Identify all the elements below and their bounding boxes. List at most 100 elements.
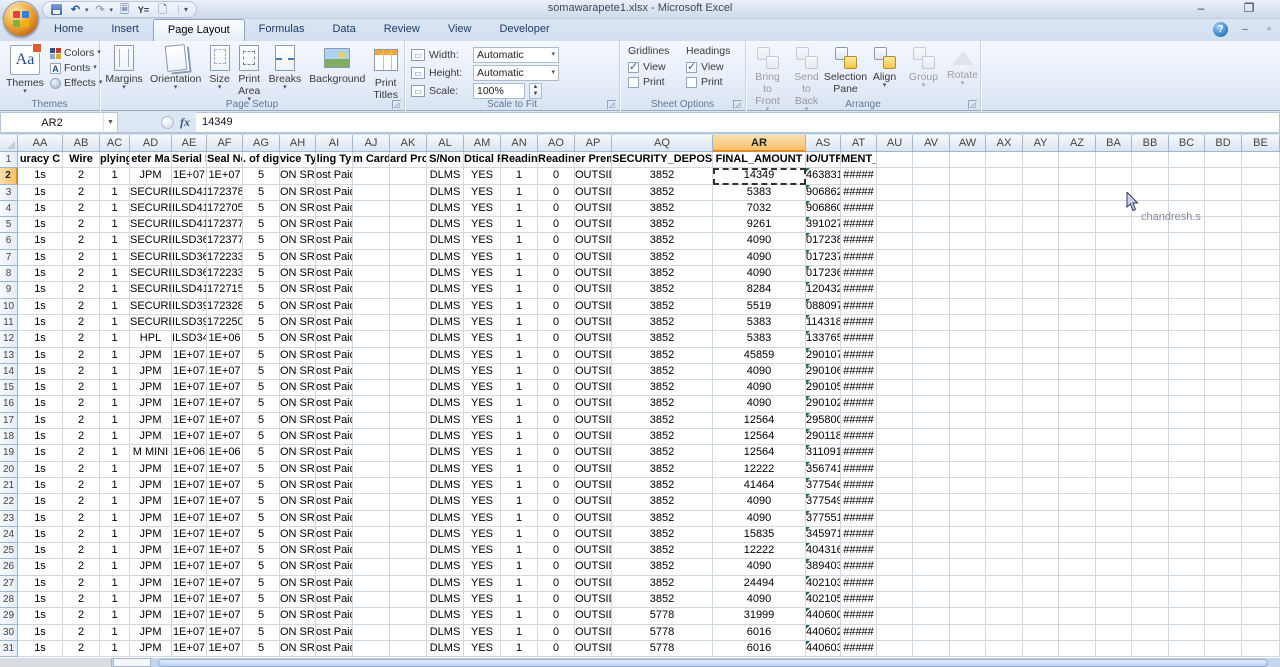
cell-AW3[interactable] bbox=[950, 185, 986, 201]
cell-BE9[interactable] bbox=[1242, 282, 1280, 298]
cell-AL1[interactable]: S/Non bbox=[427, 152, 464, 168]
selection-pane-button[interactable]: Selection Pane bbox=[826, 43, 865, 97]
cell-BB22[interactable] bbox=[1132, 494, 1169, 510]
cell-AG19[interactable]: 5 bbox=[243, 445, 280, 461]
cell-AY10[interactable] bbox=[1023, 299, 1059, 315]
cell-AD6[interactable]: SECURE bbox=[130, 233, 172, 249]
cell-AW5[interactable] bbox=[950, 217, 986, 233]
cell-AS13[interactable]: 290107 bbox=[806, 348, 841, 364]
cell-AS27[interactable]: 402103 bbox=[806, 576, 841, 592]
cell-BB23[interactable] bbox=[1132, 511, 1169, 527]
arrange-dialog-launcher-icon[interactable]: ◿ bbox=[968, 100, 977, 109]
cell-AP31[interactable]: OUTSIDI bbox=[575, 641, 612, 657]
cell-AH20[interactable]: ON SRE bbox=[280, 462, 316, 478]
cell-AK5[interactable] bbox=[390, 217, 427, 233]
cell-AH5[interactable]: ON SRE bbox=[280, 217, 316, 233]
cell-AO19[interactable]: 0 bbox=[538, 445, 575, 461]
cell-AL28[interactable]: DLMS bbox=[427, 592, 464, 608]
cell-AN16[interactable]: 1 bbox=[501, 396, 538, 412]
cell-AT22[interactable]: ##### bbox=[841, 494, 877, 510]
cell-AG22[interactable]: 5 bbox=[243, 494, 280, 510]
cell-BC17[interactable] bbox=[1169, 413, 1205, 429]
cell-BD23[interactable] bbox=[1205, 511, 1242, 527]
cell-AH18[interactable]: ON SRE bbox=[280, 429, 316, 445]
cell-AJ16[interactable] bbox=[353, 396, 390, 412]
cell-AS3[interactable]: 9068628 bbox=[806, 185, 841, 201]
cell-AN20[interactable]: 1 bbox=[501, 462, 538, 478]
cell-AK31[interactable] bbox=[390, 641, 427, 657]
cell-AO4[interactable]: 0 bbox=[538, 201, 575, 217]
cell-AX14[interactable] bbox=[986, 364, 1023, 380]
cell-AE23[interactable]: 1E+07 bbox=[172, 511, 207, 527]
cell-AN11[interactable]: 1 bbox=[501, 315, 538, 331]
row-header-17[interactable]: 17 bbox=[0, 413, 18, 429]
cell-AK2[interactable] bbox=[390, 168, 427, 184]
cell-AK24[interactable] bbox=[390, 527, 427, 543]
cell-BE27[interactable] bbox=[1242, 576, 1280, 592]
breaks-button[interactable]: Breaks▾ bbox=[265, 43, 306, 93]
cell-AJ22[interactable] bbox=[353, 494, 390, 510]
cell-AS21[interactable]: 377546 bbox=[806, 478, 841, 494]
cell-AH4[interactable]: ON SRE bbox=[280, 201, 316, 217]
cell-AX28[interactable] bbox=[986, 592, 1023, 608]
column-header-AQ[interactable]: AQ bbox=[612, 135, 713, 152]
cell-AI29[interactable]: ost Paid bbox=[316, 608, 353, 624]
cell-AA30[interactable]: 1s bbox=[18, 625, 63, 641]
cell-AV9[interactable] bbox=[913, 282, 950, 298]
cell-AO1[interactable]: Reading bbox=[538, 152, 575, 168]
cell-AC10[interactable]: 1 bbox=[100, 299, 130, 315]
row-header-2[interactable]: 2 bbox=[0, 168, 18, 184]
cell-AZ25[interactable] bbox=[1059, 543, 1096, 559]
cell-BD28[interactable] bbox=[1205, 592, 1242, 608]
cell-AB18[interactable]: 2 bbox=[63, 429, 100, 445]
cell-AZ22[interactable] bbox=[1059, 494, 1096, 510]
cell-AE17[interactable]: 1E+07 bbox=[172, 413, 207, 429]
cell-AN3[interactable]: 1 bbox=[501, 185, 538, 201]
cell-AN25[interactable]: 1 bbox=[501, 543, 538, 559]
cell-AY22[interactable] bbox=[1023, 494, 1059, 510]
cell-AZ13[interactable] bbox=[1059, 348, 1096, 364]
cell-BD9[interactable] bbox=[1205, 282, 1242, 298]
cell-AD31[interactable]: JPM bbox=[130, 641, 172, 657]
cell-AR20[interactable]: 12222 bbox=[713, 462, 806, 478]
cell-AH22[interactable]: ON SRE bbox=[280, 494, 316, 510]
cell-AA29[interactable]: 1s bbox=[18, 608, 63, 624]
cell-AG8[interactable]: 5 bbox=[243, 266, 280, 282]
cell-AF11[interactable]: 172250 bbox=[207, 315, 243, 331]
cell-AM27[interactable]: YES bbox=[464, 576, 501, 592]
cell-BE28[interactable] bbox=[1242, 592, 1280, 608]
cell-AB27[interactable]: 2 bbox=[63, 576, 100, 592]
cell-BA21[interactable] bbox=[1096, 478, 1132, 494]
cell-AE2[interactable]: 1E+07 bbox=[172, 168, 207, 184]
cell-AI20[interactable]: ost Paid bbox=[316, 462, 353, 478]
cell-AP14[interactable]: OUTSIDI bbox=[575, 364, 612, 380]
cell-AV24[interactable] bbox=[913, 527, 950, 543]
cell-AT12[interactable]: ##### bbox=[841, 331, 877, 347]
cell-AU13[interactable] bbox=[877, 348, 913, 364]
cell-AM19[interactable]: YES bbox=[464, 445, 501, 461]
cell-AR25[interactable]: 12222 bbox=[713, 543, 806, 559]
cell-BC23[interactable] bbox=[1169, 511, 1205, 527]
cell-AR3[interactable]: 5383 bbox=[713, 185, 806, 201]
cell-AA17[interactable]: 1s bbox=[18, 413, 63, 429]
cell-AU25[interactable] bbox=[877, 543, 913, 559]
cell-AH7[interactable]: ON SRE bbox=[280, 250, 316, 266]
cell-AZ10[interactable] bbox=[1059, 299, 1096, 315]
cell-BA18[interactable] bbox=[1096, 429, 1132, 445]
column-header-AA[interactable]: AA bbox=[18, 135, 63, 152]
cell-AE4[interactable]: ILSD416 bbox=[172, 201, 207, 217]
cell-BD30[interactable] bbox=[1205, 625, 1242, 641]
row-header-9[interactable]: 9 bbox=[0, 282, 18, 298]
cell-AS12[interactable]: 133765 bbox=[806, 331, 841, 347]
cell-AI23[interactable]: ost Paid bbox=[316, 511, 353, 527]
new-document-icon[interactable]: 🗋 bbox=[155, 3, 170, 17]
cell-AT21[interactable]: ##### bbox=[841, 478, 877, 494]
row-header-21[interactable]: 21 bbox=[0, 478, 18, 494]
cell-BA11[interactable] bbox=[1096, 315, 1132, 331]
cell-AV20[interactable] bbox=[913, 462, 950, 478]
cell-AY19[interactable] bbox=[1023, 445, 1059, 461]
cell-AQ25[interactable]: 3852 bbox=[612, 543, 713, 559]
cell-AG6[interactable]: 5 bbox=[243, 233, 280, 249]
cell-AV17[interactable] bbox=[913, 413, 950, 429]
row-header-4[interactable]: 4 bbox=[0, 201, 18, 217]
